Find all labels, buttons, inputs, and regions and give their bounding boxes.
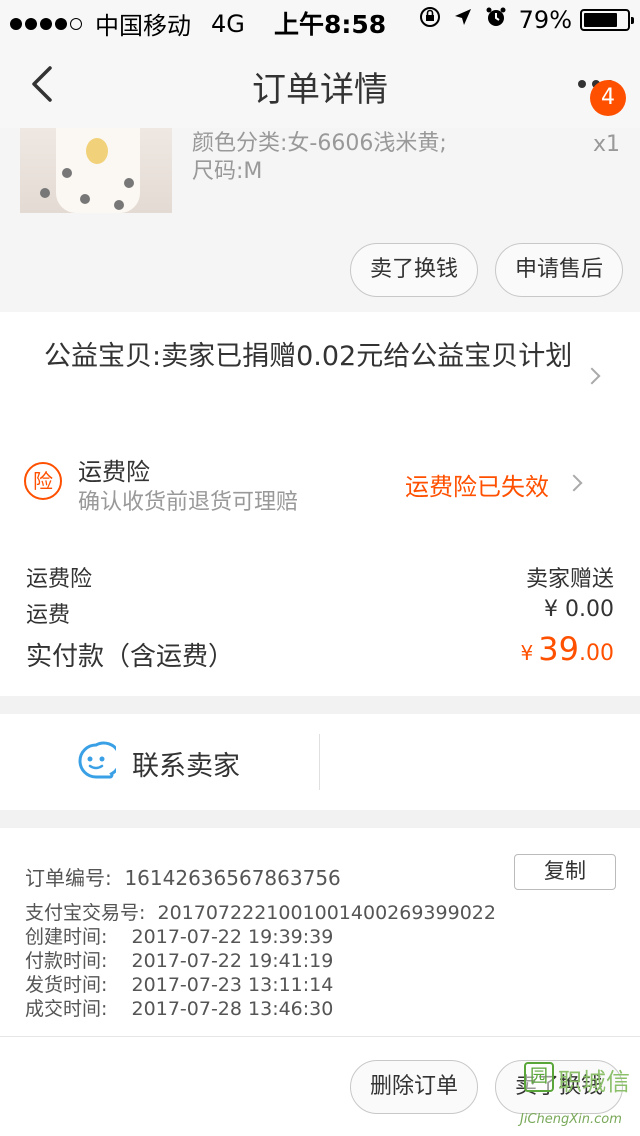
location-arrow-icon bbox=[453, 7, 473, 33]
battery-percent: 79% bbox=[518, 6, 572, 34]
carrier-name: 中国移动 bbox=[95, 12, 191, 40]
completed-time: 成交时间: 2017-07-28 13:46:30 bbox=[25, 998, 334, 1020]
chevron-right-icon bbox=[565, 474, 583, 492]
order-summary-card: 公益宝贝:卖家已捐赠0.02元给公益宝贝计划 险 运费险 确认收货前退货可理赔 … bbox=[0, 312, 640, 696]
product-quantity: x1 bbox=[592, 132, 620, 157]
insurance-status[interactable]: 运费险已失效 bbox=[405, 467, 549, 502]
apply-aftersale-button[interactable]: 申请售后 bbox=[495, 243, 623, 297]
divider bbox=[0, 1036, 640, 1037]
watermark-logo-icon: 园 bbox=[524, 1062, 554, 1092]
watermark-text: 职城信 bbox=[558, 1068, 630, 1096]
nav-bar: 订单详情 4 bbox=[0, 40, 640, 128]
alipay-trade-number: 支付宝交易号: 2017072221001001400269399022 bbox=[25, 902, 496, 924]
battery-icon bbox=[580, 9, 634, 31]
product-section: 颜色分类:女-6606浅米黄; 尺码:M x1 卖了换钱 申请售后 bbox=[0, 128, 640, 312]
chat-bubble-icon[interactable] bbox=[76, 741, 122, 781]
alarm-icon bbox=[485, 6, 507, 34]
total-paid-value: ¥ 39.00 bbox=[520, 630, 614, 668]
status-right: 79% bbox=[419, 6, 634, 34]
rotation-lock-icon bbox=[419, 6, 441, 34]
status-time: 上午8:58 bbox=[274, 10, 387, 39]
charity-notice[interactable]: 公益宝贝:卖家已捐赠0.02元给公益宝贝计划 bbox=[44, 340, 574, 373]
shipping-label: 运费 bbox=[26, 603, 71, 628]
status-bar: 中国移动 4G 上午8:58 79% bbox=[0, 0, 640, 40]
chevron-right-icon bbox=[583, 367, 601, 385]
insurance-cost-label: 运费险 bbox=[26, 567, 93, 592]
insurance-icon: 险 bbox=[24, 462, 62, 500]
total-paid-label: 实付款（含运费） bbox=[26, 642, 235, 672]
shipped-time: 发货时间: 2017-07-23 13:11:14 bbox=[25, 974, 334, 996]
delete-order-button[interactable]: 删除订单 bbox=[350, 1060, 478, 1114]
product-thumbnail[interactable] bbox=[20, 128, 172, 213]
status-left: 中国移动 4G bbox=[10, 6, 245, 41]
network-type: 4G bbox=[211, 9, 245, 38]
insurance-cost-value: 卖家赠送 bbox=[525, 567, 614, 592]
paid-time: 付款时间: 2017-07-22 19:41:19 bbox=[25, 950, 334, 972]
spec-size: 尺码:M bbox=[192, 159, 263, 184]
divider bbox=[319, 734, 320, 790]
total-decimal: .00 bbox=[579, 641, 614, 666]
spec-color: 颜色分类:女-6606浅米黄; bbox=[192, 131, 447, 156]
watermark-url: JiChengXin.com bbox=[520, 1112, 622, 1127]
shipping-value: ¥ 0.00 bbox=[544, 597, 614, 622]
page-title: 订单详情 bbox=[252, 70, 388, 110]
order-number: 订单编号: 16142636567863756 bbox=[25, 866, 341, 890]
insurance-description: 确认收货前退货可理赔 bbox=[78, 490, 299, 515]
insurance-title: 运费险 bbox=[78, 458, 150, 486]
signal-strength-icon bbox=[10, 17, 85, 30]
contact-seller-button[interactable]: 联系卖家 bbox=[132, 744, 240, 783]
total-currency: ¥ bbox=[520, 641, 534, 665]
contact-section: 联系卖家 bbox=[0, 714, 640, 810]
total-integer: 39 bbox=[538, 630, 579, 668]
copy-button[interactable]: 复制 bbox=[514, 854, 616, 890]
product-spec: 颜色分类:女-6606浅米黄; 尺码:M bbox=[192, 130, 447, 186]
sell-for-cash-button[interactable]: 卖了换钱 bbox=[350, 243, 478, 297]
site-watermark: 园 职城信 JiChengXin.com bbox=[520, 1056, 636, 1128]
notification-badge: 4 bbox=[590, 80, 626, 116]
created-time: 创建时间: 2017-07-22 19:39:39 bbox=[25, 926, 334, 948]
